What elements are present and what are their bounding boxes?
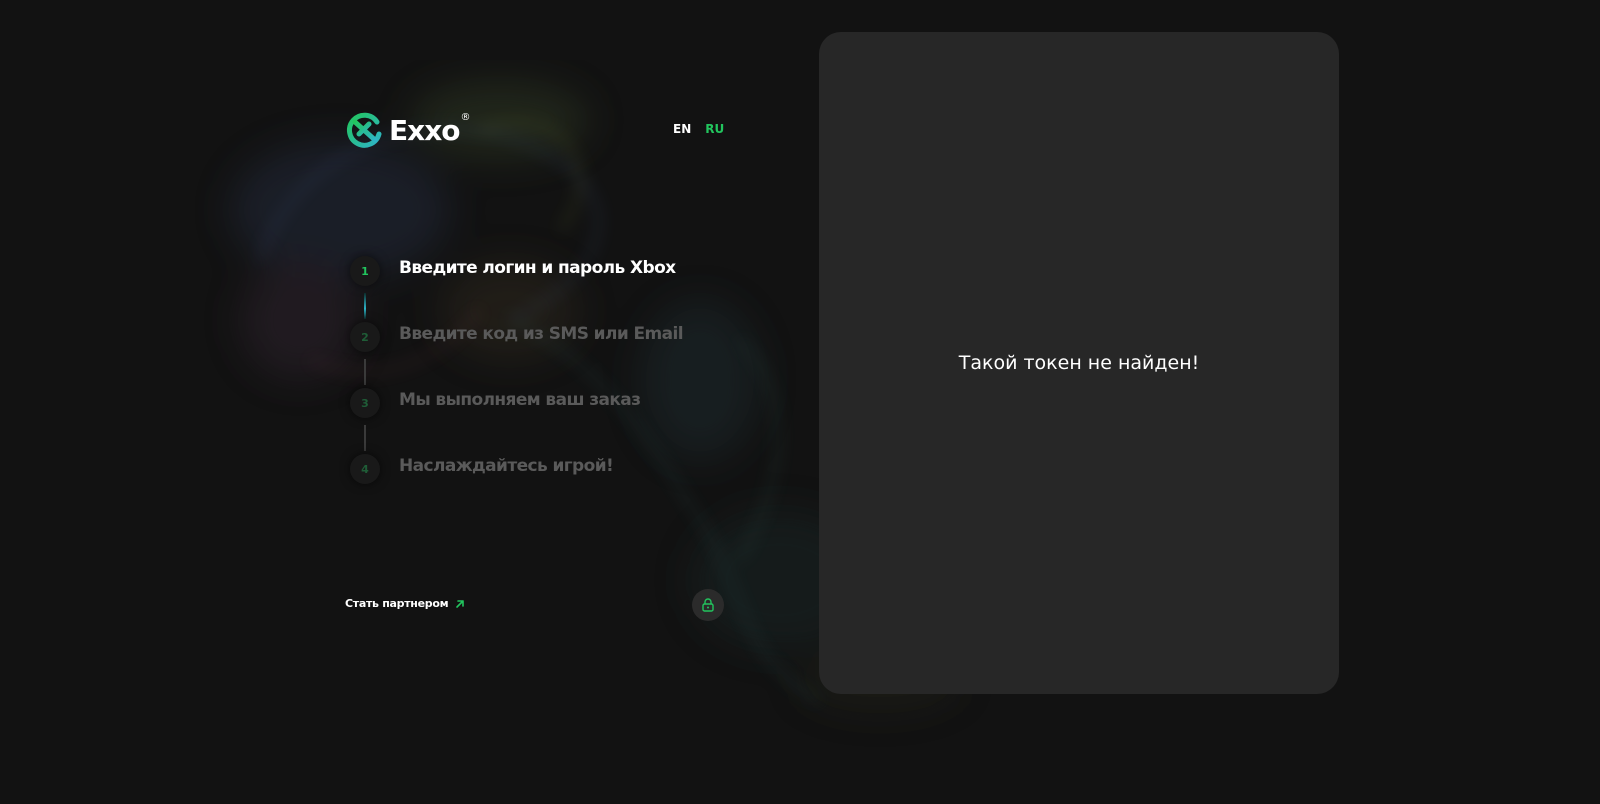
lang-en-button[interactable]: EN: [673, 122, 691, 136]
step-connector: [364, 293, 366, 319]
lock-icon: [702, 598, 714, 612]
brand-logo[interactable]: Exxo ®: [345, 110, 470, 150]
lock-button[interactable]: [692, 589, 724, 621]
step-number: 4: [350, 454, 380, 484]
content-panel: Такой токен не найден!: [819, 32, 1339, 694]
exxo-logo-icon: [346, 112, 382, 148]
lang-ru-button[interactable]: RU: [705, 122, 724, 136]
step-label: Наслаждайтесь игрой!: [399, 456, 614, 476]
step-connector: [364, 425, 366, 451]
page: Exxo ® EN RU 1 Введите логин и пароль Xb…: [0, 0, 1600, 804]
step-connector: [364, 359, 366, 385]
step-label: Мы выполняем ваш заказ: [399, 390, 641, 410]
step-label: Введите логин и пароль Xbox: [399, 258, 676, 278]
step-label: Введите код из SMS или Email: [399, 324, 684, 344]
error-message: Такой токен не найден!: [958, 352, 1200, 374]
arrow-up-right-icon: [456, 599, 465, 608]
partner-label: Стать партнером: [345, 597, 449, 610]
language-switch: EN RU: [673, 122, 724, 136]
registered-mark: ®: [460, 112, 471, 123]
step-number: 1: [350, 256, 380, 286]
become-partner-link[interactable]: Стать партнером: [345, 597, 466, 610]
step-number: 3: [350, 388, 380, 418]
step-number: 2: [350, 322, 380, 352]
brand-name: Exxo: [389, 113, 460, 147]
